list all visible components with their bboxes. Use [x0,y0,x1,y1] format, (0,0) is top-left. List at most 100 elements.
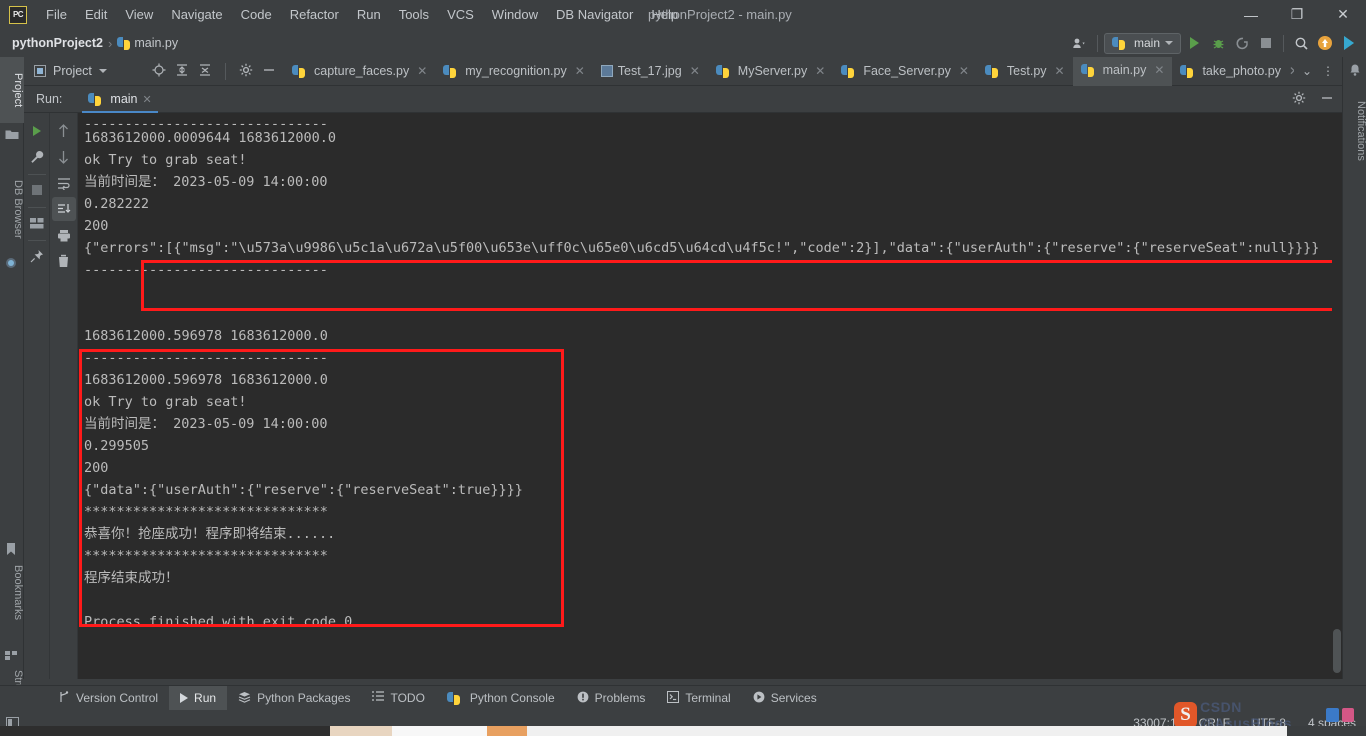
menu-item-navigate[interactable]: Navigate [162,3,231,26]
problems-icon [577,691,589,706]
menu-item-window[interactable]: Window [483,3,547,26]
editor-tab-capture-faces[interactable]: capture_faces.py ✕ [284,57,435,86]
sidebar-item-notifications[interactable]: Notifications [1343,83,1366,179]
ide-feature-icon[interactable] [1338,32,1360,54]
menu-item-code[interactable]: Code [232,3,281,26]
expand-all-icon[interactable] [175,63,189,80]
folder-icon [5,127,19,141]
restore-button[interactable]: ❐ [1274,0,1320,29]
scrollbar-thumb[interactable] [1333,629,1341,673]
close-icon[interactable]: ✕ [1154,63,1164,77]
bottom-tab-todo[interactable]: TODO [361,686,435,711]
editor-tab-myserver[interactable]: MyServer.py ✕ [708,57,834,86]
navigation-bar: pythonProject2 › main.py main [0,29,1366,57]
menu-item-run[interactable]: Run [348,3,390,26]
menu-item-db-navigator[interactable]: DB Navigator [547,3,642,26]
editor-tab-test[interactable]: Test.py ✕ [977,57,1073,86]
menu-item-view[interactable]: View [116,3,162,26]
scroll-to-end-icon[interactable] [51,197,76,221]
sidebar-item-db-browser[interactable]: DB Browser [0,167,24,251]
pin-icon[interactable] [25,244,49,268]
console-line: 1683612000.596978 1683612000.0 [84,372,328,388]
run-tool-window: Run: main ✕ ----------------------------… [24,86,1342,679]
project-icon [34,65,46,77]
user-profile-icon[interactable] [1069,32,1091,54]
chevron-down-icon [1165,41,1173,45]
divider [27,240,46,241]
layout-icon[interactable] [25,211,49,235]
python-console-icon [446,691,460,705]
gear-icon[interactable] [1292,91,1306,108]
bottom-tab-label: Problems [594,691,646,705]
console-scrollbar[interactable] [1332,113,1342,679]
editor-tab-test-17-jpg[interactable]: Test_17.jpg ✕ [593,57,708,86]
editor-tab-my-recognition[interactable]: my_recognition.py ✕ [435,57,593,86]
menu-item-edit[interactable]: Edit [76,3,116,26]
run-icon[interactable] [1183,32,1205,54]
collapse-all-icon[interactable] [198,63,212,80]
menu-item-vcs[interactable]: VCS [438,3,483,26]
python-config-icon [1111,36,1125,50]
more-options-icon[interactable]: ⋮ [1322,64,1334,78]
wrench-icon[interactable] [25,145,49,169]
soft-wrap-icon[interactable] [52,171,76,195]
stop-icon[interactable] [1255,32,1277,54]
bottom-tab-label: TODO [390,691,425,705]
close-button[interactable]: ✕ [1320,0,1366,29]
close-icon[interactable]: ✕ [959,64,969,78]
debug-icon[interactable] [1207,32,1229,54]
console-line: ------------------------------ [84,116,328,127]
locate-icon[interactable] [152,63,166,80]
bottom-tab-services[interactable]: Services [742,686,828,711]
stop-icon[interactable] [25,178,49,202]
pycharm-window: PC File Edit View Navigate Code Refactor… [0,0,1366,736]
close-icon[interactable]: ✕ [575,64,585,78]
update-icon[interactable] [1314,32,1336,54]
rerun-icon[interactable] [25,119,49,143]
minimize-button[interactable]: — [1228,0,1274,29]
hide-icon[interactable] [262,63,276,80]
close-icon[interactable]: ✕ [1055,64,1065,78]
run-tab-main[interactable]: main ✕ [82,86,159,113]
search-everywhere-icon[interactable] [1290,32,1312,54]
arrow-up-icon[interactable] [52,119,76,143]
sidebar-item-bookmarks[interactable]: Bookmarks [0,552,24,634]
toolbar-divider [1096,34,1098,52]
chevron-down-icon[interactable]: ⌄ [1302,64,1312,78]
editor-tab-take-photo[interactable]: take_photo.py ✕ [1172,57,1294,86]
close-icon[interactable]: ✕ [690,64,700,78]
menu-item-tools[interactable]: Tools [390,3,438,26]
console-line-json-success: {"data":{"userAuth":{"reserve":{"reserve… [84,482,523,498]
console-line-exit-code: Process finished with exit code 0 [84,614,353,630]
run-configuration-selector[interactable]: main [1103,32,1181,54]
arrow-down-icon[interactable] [52,145,76,169]
menu-item-file[interactable]: File [37,3,76,26]
breadcrumb-project[interactable]: pythonProject2 [12,36,103,50]
divider [27,174,46,175]
bottom-tab-problems[interactable]: Problems [566,686,657,711]
tab-label: MyServer.py [737,64,808,78]
coverage-icon[interactable] [1231,32,1253,54]
chevron-down-icon[interactable] [98,69,107,73]
run-actions-secondary [50,113,78,679]
print-icon[interactable] [52,223,76,247]
bottom-tab-version-control[interactable]: Version Control [48,686,169,711]
sidebar-item-project[interactable]: Project [0,57,24,123]
project-tool-button[interactable]: Project [24,64,144,78]
minimize-icon[interactable] [1320,91,1334,108]
close-icon[interactable]: ✕ [143,93,152,106]
settings-icon[interactable] [239,63,253,80]
editor-tab-main[interactable]: main.py ✕ [1072,56,1173,86]
run-window-body: ------------------------------ 168361200… [24,113,1342,679]
bottom-tab-python-packages[interactable]: Python Packages [227,686,361,711]
editor-tab-face-server[interactable]: Face_Server.py ✕ [833,57,977,86]
close-icon[interactable]: ✕ [815,64,825,78]
bottom-tab-terminal[interactable]: Terminal [656,686,741,711]
trash-icon[interactable] [52,249,76,273]
bottom-tab-run[interactable]: Run [169,685,228,711]
close-icon[interactable]: ✕ [417,64,427,78]
bottom-tab-python-console[interactable]: Python Console [436,686,566,711]
menu-item-refactor[interactable]: Refactor [281,3,348,26]
run-console-output[interactable]: ------------------------------ 168361200… [78,113,1342,679]
breadcrumb-file[interactable]: main.py [134,36,178,50]
